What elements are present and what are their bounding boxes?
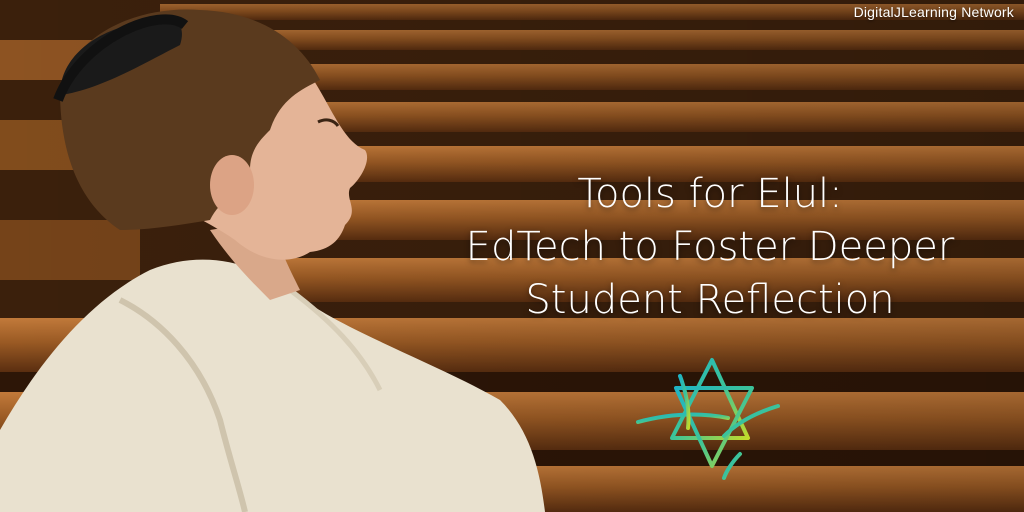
star-of-david-logo-icon: [636, 358, 780, 480]
headline-line-2: EdTech to Foster Deeper: [465, 224, 955, 270]
network-label: DigitalJLearning Network: [853, 4, 1014, 20]
headline: Tools for Elul: EdTech to Foster Deeper …: [400, 168, 1020, 327]
headline-line-1: Tools for Elul:: [577, 171, 843, 217]
headline-line-3: Student Reflection: [525, 277, 895, 323]
hero-banner: DigitalJLearning Network Tools for Elul:…: [0, 0, 1024, 512]
